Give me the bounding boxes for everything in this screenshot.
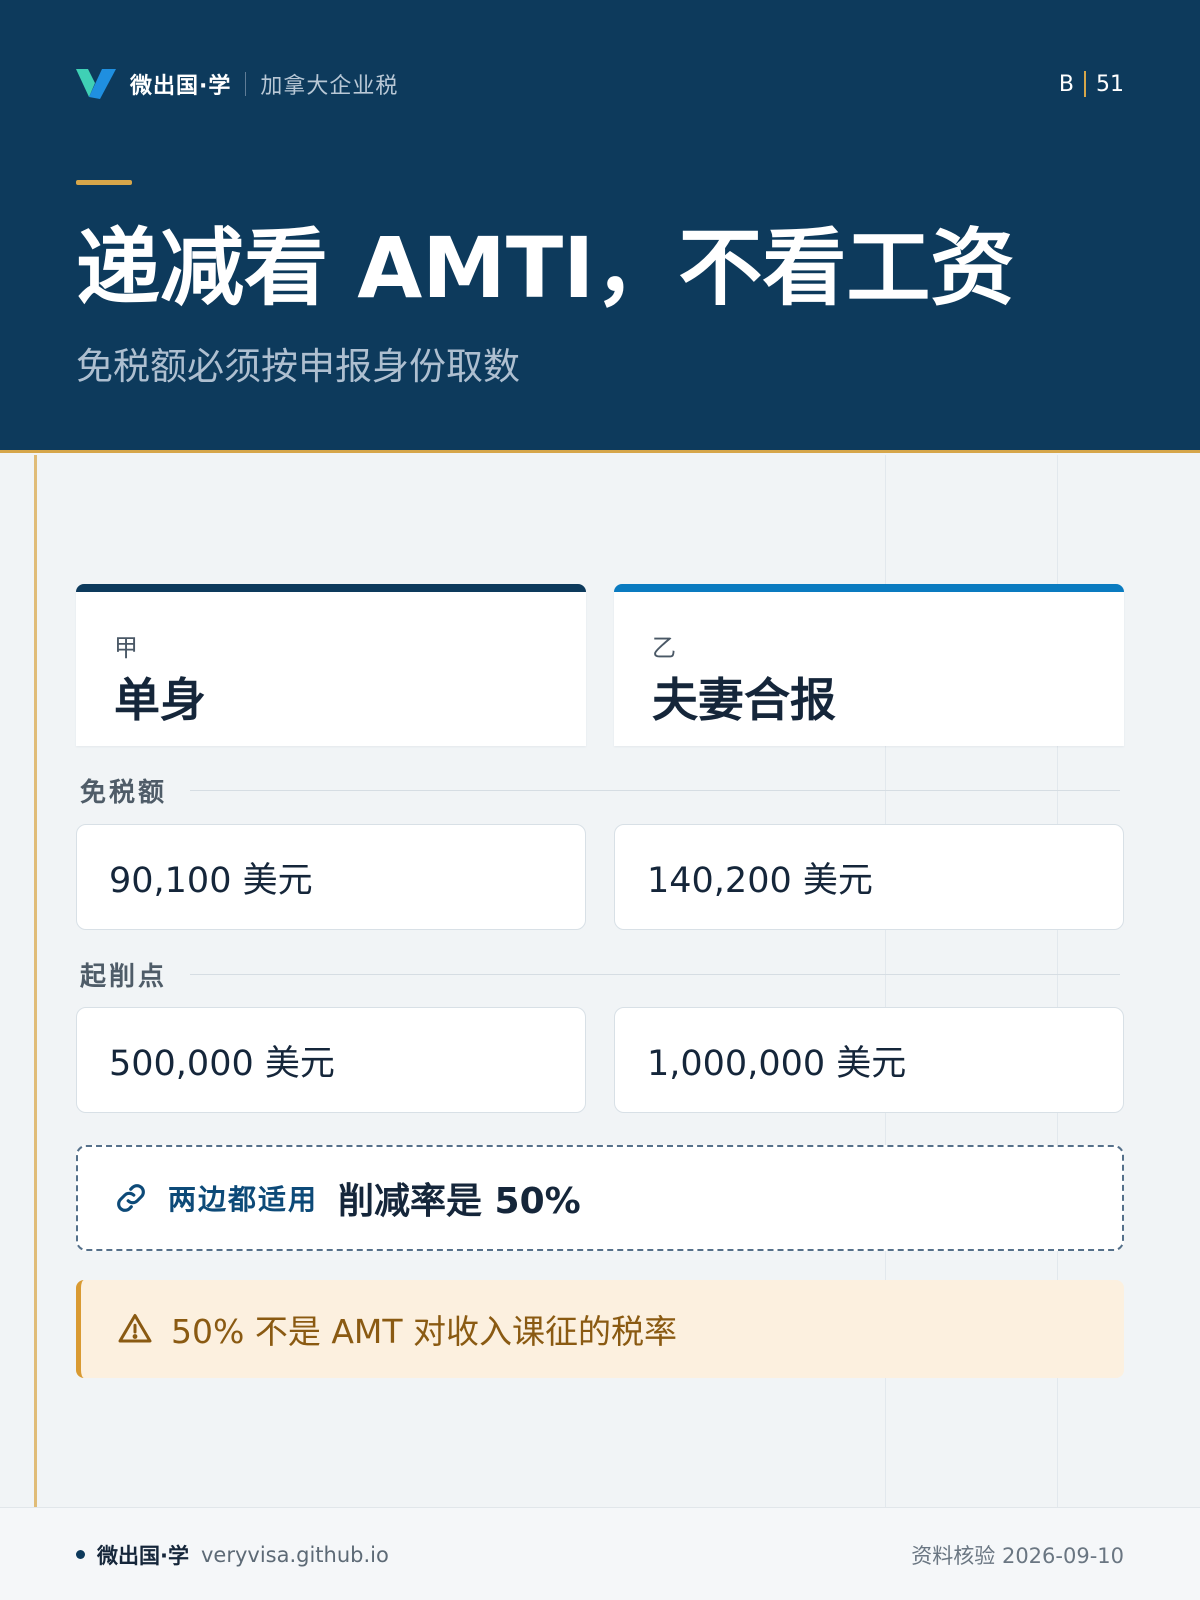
note-label: 两边都适用 bbox=[168, 1183, 319, 1216]
column-name: 夫妻合报 bbox=[652, 673, 836, 727]
value-text: 90,100 美元 bbox=[109, 860, 313, 901]
value-card-single-exemption: 90,100 美元 bbox=[76, 824, 586, 930]
brand-subtitle: 加拿大企业税 bbox=[260, 74, 399, 99]
brand: 微出国·学 加拿大企业税 bbox=[76, 66, 398, 102]
column-letter: 甲 bbox=[114, 634, 138, 662]
value-card-joint-threshold: 1,000,000 美元 bbox=[614, 1007, 1124, 1113]
value-text: 140,200 美元 bbox=[647, 860, 873, 901]
value-text: 500,000 美元 bbox=[109, 1043, 335, 1084]
applies-both-note: 两边都适用 削减率是 50% bbox=[76, 1145, 1124, 1251]
page-number-value: 51 bbox=[1096, 71, 1124, 97]
footer-brand-group: 微出国·学 veryvisa.github.io bbox=[76, 1508, 389, 1600]
header-banner: 微出国·学 加拿大企业税 B 51 递减看 AMTI，不看工资 免税额必须按申报… bbox=[0, 0, 1200, 452]
column-card-single: 甲 单身 bbox=[76, 584, 586, 746]
column-letter: 乙 bbox=[652, 634, 676, 662]
title-accent-bar bbox=[76, 180, 132, 185]
brand-name: 微出国·学 bbox=[130, 74, 232, 99]
footer: 微出国·学 veryvisa.github.io 资料核验 2026-09-10 bbox=[0, 1507, 1200, 1600]
brand-logo-icon bbox=[76, 69, 116, 99]
page-prefix: B bbox=[1058, 71, 1074, 97]
warning-text: 50% 不是 AMT 对收入课征的税率 bbox=[171, 1312, 678, 1351]
section-label-exemption: 免税额 bbox=[80, 778, 168, 808]
section-label-threshold: 起削点 bbox=[80, 962, 168, 992]
warning-callout: 50% 不是 AMT 对收入课征的税率 bbox=[76, 1280, 1124, 1378]
link-icon bbox=[117, 1184, 145, 1212]
note-text: 削减率是 50% bbox=[338, 1181, 581, 1222]
value-card-joint-exemption: 140,200 美元 bbox=[614, 824, 1124, 930]
footer-verified-date: 资料核验 2026-09-10 bbox=[911, 1543, 1124, 1568]
column-card-joint: 乙 夫妻合报 bbox=[614, 584, 1124, 746]
left-gold-rule bbox=[34, 455, 37, 1507]
page-title: 递减看 AMTI，不看工资 bbox=[76, 219, 1015, 317]
page-number-divider bbox=[1084, 71, 1086, 97]
section-divider bbox=[190, 790, 1120, 791]
header-gold-rule bbox=[0, 450, 1200, 453]
footer-url-link[interactable]: veryvisa.github.io bbox=[201, 1543, 389, 1567]
page-subtitle: 免税额必须按申报身份取数 bbox=[76, 345, 520, 388]
section-divider bbox=[190, 974, 1120, 975]
value-card-single-threshold: 500,000 美元 bbox=[76, 1007, 586, 1113]
value-text: 1,000,000 美元 bbox=[647, 1043, 907, 1084]
footer-bullet-icon bbox=[76, 1550, 85, 1559]
page-number: B 51 bbox=[1059, 66, 1124, 102]
warning-icon bbox=[118, 1314, 152, 1343]
brand-divider bbox=[245, 72, 247, 96]
column-name: 单身 bbox=[114, 673, 206, 727]
footer-brand: 微出国·学 bbox=[97, 1543, 189, 1568]
